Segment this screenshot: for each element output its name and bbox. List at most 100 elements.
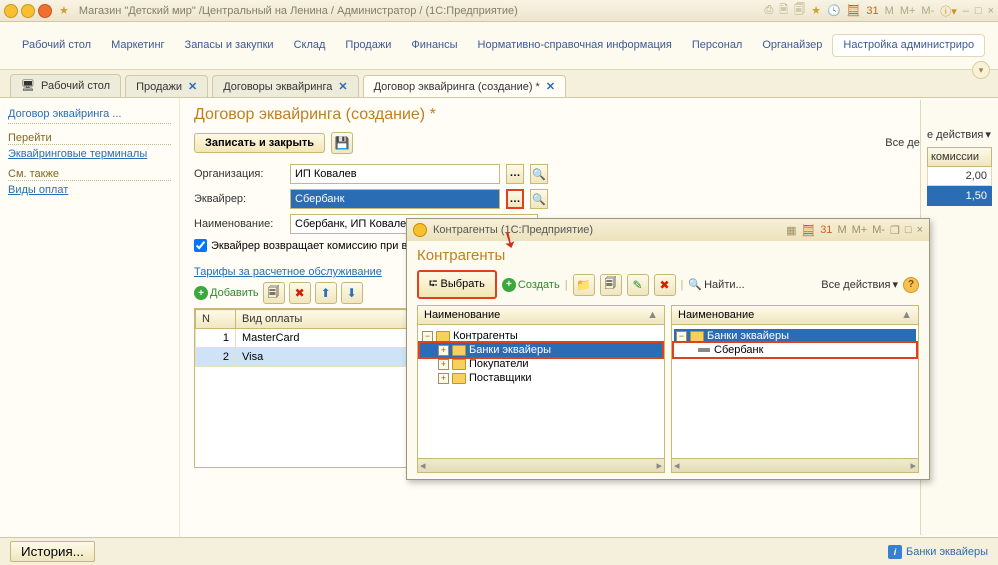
tree-col-name[interactable]: Наименование bbox=[678, 309, 754, 321]
new-folder-icon[interactable]: 📁 bbox=[573, 274, 595, 296]
save-close-button[interactable]: Записать и закрыть bbox=[194, 133, 325, 153]
tree-node[interactable]: +Покупатели bbox=[420, 357, 662, 371]
sort-asc-icon[interactable]: ▲ bbox=[647, 309, 658, 321]
m-plus-icon[interactable]: M+ bbox=[900, 5, 916, 17]
tree-node[interactable]: +Банки эквайеры bbox=[420, 343, 662, 357]
add-row-button[interactable]: +Добавить bbox=[194, 286, 259, 300]
history-button[interactable]: История... bbox=[10, 541, 95, 562]
org-search-icon[interactable]: 🔍 bbox=[530, 164, 548, 184]
acquirer-choose-button[interactable]: … bbox=[506, 189, 524, 209]
delete-icon[interactable]: ✖ bbox=[654, 274, 676, 296]
return-commission-checkbox[interactable] bbox=[194, 239, 207, 252]
hscrollbar[interactable]: ◂▸ bbox=[418, 458, 664, 472]
m-minus-icon[interactable]: M- bbox=[921, 5, 934, 17]
section-refdata[interactable]: Нормативно-справочная информация bbox=[468, 35, 682, 56]
sections-overflow-icon[interactable]: ▾ bbox=[972, 61, 990, 79]
calc-icon[interactable]: 🧮 bbox=[847, 4, 861, 17]
move-up-icon[interactable]: ⬆ bbox=[315, 282, 337, 304]
side-all-actions[interactable]: е действия ▾ bbox=[927, 128, 992, 141]
fav-icon[interactable]: ★ bbox=[811, 4, 821, 17]
nav-stop-icon[interactable] bbox=[38, 4, 52, 18]
tree-node[interactable]: −Банки эквайеры bbox=[674, 329, 916, 343]
close-icon[interactable]: × bbox=[988, 5, 994, 17]
dialog-maximize-icon[interactable]: □ bbox=[905, 224, 912, 236]
minimize-icon[interactable]: – bbox=[963, 5, 969, 17]
collapse-icon[interactable]: − bbox=[676, 331, 687, 342]
copy-row-icon[interactable]: 🗐 bbox=[263, 282, 285, 304]
calendar-icon[interactable]: 31 bbox=[866, 5, 878, 17]
sort-asc-icon[interactable]: ▲ bbox=[901, 309, 912, 321]
tab-sales[interactable]: Продажи ✕ bbox=[125, 75, 208, 97]
info-icon[interactable]: ⓘ▾ bbox=[940, 3, 957, 19]
tab-acq-contract-new[interactable]: Договор эквайринга (создание) * ✕ bbox=[363, 75, 566, 97]
section-admin[interactable]: Настройка администриро bbox=[832, 34, 985, 57]
tree-col-name[interactable]: Наименование bbox=[424, 309, 500, 321]
copy-icon[interactable]: 🗐 bbox=[600, 274, 622, 296]
nav-group-goto: Перейти bbox=[8, 132, 171, 145]
section-sales[interactable]: Продажи bbox=[335, 35, 401, 56]
acquirer-search-icon[interactable]: 🔍 bbox=[530, 189, 548, 209]
grid-icon[interactable]: ▦ bbox=[786, 224, 796, 237]
edit-icon[interactable]: ✎ bbox=[627, 274, 649, 296]
acquirer-input[interactable] bbox=[290, 189, 500, 209]
copy-icon[interactable]: 🗐 bbox=[794, 1, 805, 20]
m-icon[interactable]: M bbox=[837, 224, 846, 236]
org-choose-button[interactable]: … bbox=[506, 164, 524, 184]
section-finance[interactable]: Финансы bbox=[401, 35, 467, 56]
help-icon[interactable]: ? bbox=[903, 277, 919, 293]
calc-icon[interactable]: 🧮 bbox=[801, 224, 815, 237]
nav-link-terminals[interactable]: Эквайринговые терминалы bbox=[8, 148, 171, 160]
dialog-all-actions[interactable]: Все действия ▾ bbox=[821, 278, 898, 291]
name-label: Наименование: bbox=[194, 218, 284, 230]
expand-icon[interactable]: + bbox=[438, 345, 449, 356]
section-stock[interactable]: Запасы и закупки bbox=[175, 35, 284, 56]
section-organizer[interactable]: Органайзер bbox=[752, 35, 832, 56]
find-button[interactable]: 🔍 Найти... bbox=[688, 278, 744, 291]
col-n[interactable]: N bbox=[196, 310, 236, 329]
tree-node[interactable]: +Поставщики bbox=[420, 371, 662, 385]
org-input[interactable] bbox=[290, 164, 500, 184]
tab-close-icon[interactable]: ✕ bbox=[546, 80, 555, 93]
section-warehouse[interactable]: Склад bbox=[284, 35, 336, 56]
statusbar: История... i Банки эквайеры bbox=[0, 537, 998, 565]
tab-acq-contracts[interactable]: Договоры эквайринга ✕ bbox=[212, 75, 358, 97]
create-button[interactable]: +Создать bbox=[502, 278, 560, 292]
left-nav: Договор эквайринга ... Перейти Эквайринг… bbox=[0, 98, 180, 537]
col-commission[interactable]: комиссии bbox=[927, 147, 992, 167]
print-icon[interactable]: ⎙ bbox=[764, 4, 773, 17]
section-desktop[interactable]: Рабочий стол bbox=[12, 35, 101, 56]
status-hint[interactable]: i Банки эквайеры bbox=[888, 545, 988, 559]
section-personnel[interactable]: Персонал bbox=[682, 35, 753, 56]
doc-icon[interactable]: 🗎 bbox=[779, 1, 788, 20]
star-icon[interactable]: ★ bbox=[59, 4, 69, 17]
tree-node[interactable]: Сбербанк bbox=[674, 343, 916, 357]
nav-link-paytypes[interactable]: Виды оплат bbox=[8, 184, 171, 196]
delete-row-icon[interactable]: ✖ bbox=[289, 282, 311, 304]
m-minus-icon[interactable]: M- bbox=[872, 224, 885, 236]
tariffs-header[interactable]: Тарифы за расчетное обслуживание bbox=[194, 266, 382, 278]
m-icon[interactable]: M bbox=[885, 5, 894, 17]
tab-close-icon[interactable]: ✕ bbox=[338, 80, 347, 93]
nav-fwd-icon[interactable] bbox=[21, 4, 35, 18]
section-marketing[interactable]: Маркетинг bbox=[101, 35, 174, 56]
save-icon[interactable]: 💾 bbox=[331, 132, 353, 154]
nav-back-icon[interactable] bbox=[4, 4, 18, 18]
expand-icon[interactable]: + bbox=[438, 359, 449, 370]
clock-icon[interactable]: 🕓 bbox=[827, 4, 841, 17]
folder-icon bbox=[436, 331, 450, 342]
move-down-icon[interactable]: ⬇ bbox=[341, 282, 363, 304]
expand-icon[interactable]: + bbox=[438, 373, 449, 384]
maximize-icon[interactable]: □ bbox=[975, 5, 982, 17]
dialog-close-icon[interactable]: × bbox=[917, 224, 923, 236]
desktop-icon: 🖥 bbox=[21, 79, 35, 93]
hscrollbar[interactable]: ◂▸ bbox=[672, 458, 918, 472]
m-plus-icon[interactable]: M+ bbox=[852, 224, 868, 236]
tab-close-icon[interactable]: ✕ bbox=[188, 80, 197, 93]
dialog-restore-icon[interactable]: ❐ bbox=[890, 224, 900, 237]
collapse-icon[interactable]: − bbox=[422, 331, 433, 342]
tab-desktop[interactable]: 🖥 Рабочий стол bbox=[10, 74, 121, 97]
tree-node[interactable]: −Контрагенты bbox=[420, 329, 662, 343]
right-tree-pane: Наименование ▲ −Банки эквайеры Сбербанк ◂… bbox=[671, 305, 919, 473]
select-button[interactable]: ⮓ Выбрать bbox=[417, 270, 497, 299]
calendar-icon[interactable]: 31 bbox=[820, 224, 832, 236]
